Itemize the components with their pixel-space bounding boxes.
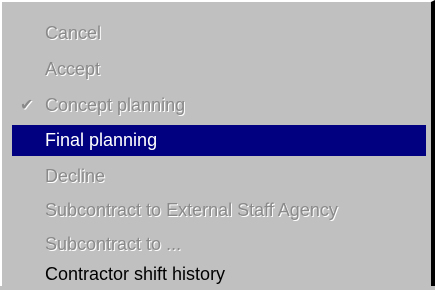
menu-item-label: Subcontract to External Staff Agency [45, 200, 338, 220]
menu-item-decline[interactable]: Decline [12, 161, 426, 192]
menu-item-contractor-shift-history[interactable]: Contractor shift history [12, 259, 426, 290]
menu-item-accept[interactable]: Accept [12, 54, 426, 85]
checkmark-icon: ✔ [20, 97, 34, 114]
menu-item-label: Accept [45, 59, 101, 79]
menu-item-concept-planning[interactable]: ✔ Concept planning [12, 90, 426, 121]
menu-item-label: Decline [45, 166, 106, 186]
menu-item-label: Cancel [45, 23, 102, 43]
menu-item-subcontract-external[interactable]: Subcontract to External Staff Agency [12, 195, 426, 226]
menu-item-subcontract-to[interactable]: Subcontract to ... [12, 229, 426, 260]
menu-item-label: Contractor shift history [45, 264, 226, 284]
context-menu: Cancel Accept ✔ Concept planning Final p… [0, 0, 435, 286]
menu-item-label: Subcontract to ... [45, 234, 182, 254]
menu-item-label: Concept planning [45, 95, 186, 115]
menu-item-final-planning[interactable]: Final planning [12, 125, 426, 156]
menu-item-label: Final planning [45, 130, 158, 150]
menu-item-cancel[interactable]: Cancel [12, 18, 426, 49]
